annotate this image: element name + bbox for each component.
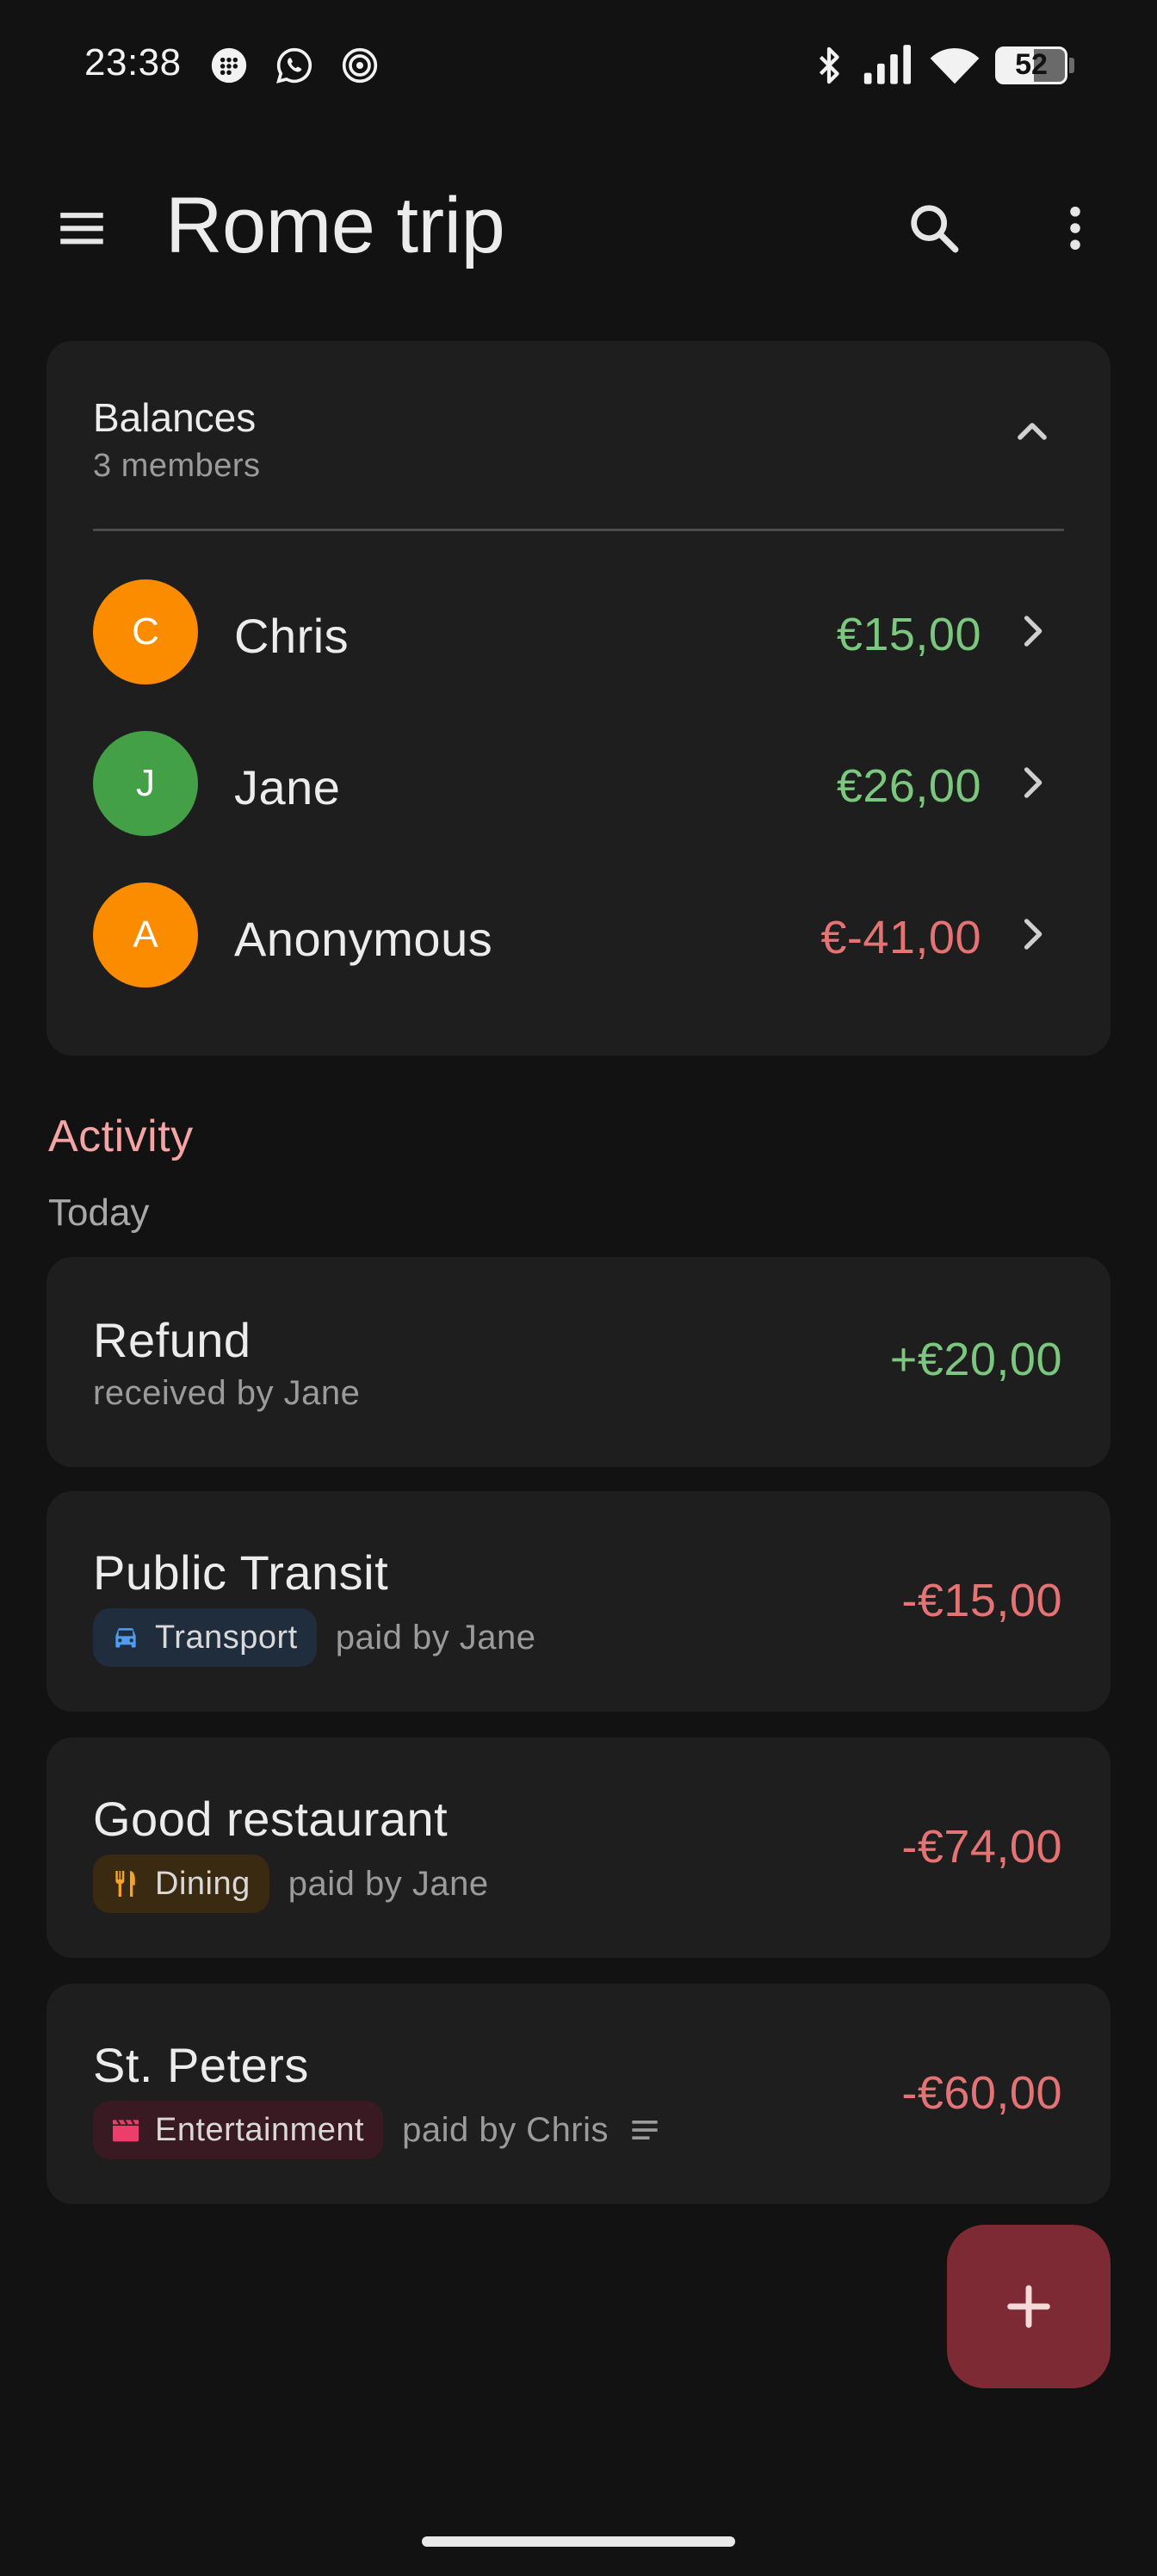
transaction-amount: -€74,00 bbox=[901, 1821, 1062, 1873]
search-icon bbox=[911, 205, 959, 253]
transaction-st-peters[interactable]: St. Peters Entertainment paid by Chris -… bbox=[46, 1984, 1111, 2204]
member-row-jane[interactable]: J Jane €26,00 bbox=[46, 718, 1111, 847]
wifi-icon bbox=[930, 48, 980, 84]
member-name: Anonymous bbox=[234, 912, 493, 966]
page-title: Rome trip bbox=[165, 182, 505, 269]
member-balance: €15,00 bbox=[836, 609, 981, 660]
paid-by: paid by Chris bbox=[402, 2110, 609, 2149]
category-label: Transport bbox=[155, 1619, 298, 1656]
transaction-title: St. Peters bbox=[93, 2038, 309, 2092]
bluetooth-icon bbox=[819, 46, 839, 84]
signal-icon bbox=[863, 45, 911, 84]
transaction-subtitle: received by Jane bbox=[93, 1374, 361, 1412]
chevron-right-icon bbox=[1002, 601, 1062, 661]
category-label: Entertainment bbox=[155, 2111, 365, 2148]
chevron-right-icon bbox=[1002, 752, 1062, 813]
battery-level: 52 bbox=[1015, 48, 1048, 81]
plus-icon bbox=[1007, 2285, 1050, 2328]
app-bar: Rome trip bbox=[0, 146, 1157, 301]
transaction-title: Refund bbox=[93, 1313, 251, 1367]
transaction-refund[interactable]: Refund received by Jane +€20,00 bbox=[46, 1257, 1111, 1467]
paid-by: paid by Jane bbox=[288, 1864, 489, 1903]
balances-member-count: 3 members bbox=[93, 448, 261, 484]
transaction-amount: +€20,00 bbox=[889, 1334, 1062, 1385]
category-chip: Transport bbox=[93, 1608, 317, 1667]
member-balance: €26,00 bbox=[836, 760, 981, 812]
avatar: J bbox=[93, 731, 198, 836]
search-button[interactable] bbox=[895, 189, 973, 267]
hamburger-menu-icon bbox=[60, 213, 103, 245]
chat-icon bbox=[211, 47, 247, 84]
member-name: Jane bbox=[234, 760, 341, 814]
add-expense-button[interactable] bbox=[947, 2225, 1111, 2388]
fork-knife-icon bbox=[115, 1871, 135, 1897]
avatar: A bbox=[93, 882, 198, 988]
clapperboard-icon bbox=[113, 2119, 139, 2142]
notes-icon bbox=[626, 2111, 664, 2149]
target-icon bbox=[342, 47, 378, 84]
balances-title: Balances bbox=[93, 395, 257, 440]
status-time: 23:38 bbox=[84, 41, 182, 84]
activity-heading: Activity bbox=[48, 1112, 194, 1161]
home-indicator[interactable] bbox=[422, 2536, 735, 2547]
car-icon bbox=[115, 1628, 136, 1648]
status-bar: 23:38 52 bbox=[0, 0, 1157, 129]
divider bbox=[93, 529, 1064, 531]
balances-card: Balances 3 members C Chris €15,00 J Jane… bbox=[46, 341, 1111, 1056]
battery-icon: 52 bbox=[995, 46, 1074, 84]
member-row-chris[interactable]: C Chris €15,00 bbox=[46, 567, 1111, 696]
transaction-good-restaurant[interactable]: Good restaurant Dining paid by Jane -€74… bbox=[46, 1737, 1111, 1958]
member-row-anonymous[interactable]: A Anonymous €-41,00 bbox=[46, 870, 1111, 999]
chevron-right-icon bbox=[1002, 904, 1062, 964]
more-vert-icon bbox=[1070, 206, 1080, 251]
transaction-amount: -€60,00 bbox=[901, 2067, 1062, 2119]
transaction-amount: -€15,00 bbox=[901, 1575, 1062, 1626]
more-options-button[interactable] bbox=[1036, 189, 1114, 267]
transaction-public-transit[interactable]: Public Transit Transport paid by Jane -€… bbox=[46, 1491, 1111, 1712]
transaction-title: Good restaurant bbox=[93, 1792, 449, 1846]
date-group-label: Today bbox=[48, 1192, 150, 1234]
category-chip: Dining bbox=[93, 1855, 269, 1913]
collapse-balances-button[interactable] bbox=[1002, 401, 1062, 461]
chevron-up-icon bbox=[1018, 423, 1047, 440]
member-name: Chris bbox=[234, 609, 350, 663]
avatar: C bbox=[93, 579, 198, 684]
whatsapp-icon bbox=[276, 47, 312, 84]
member-balance: €-41,00 bbox=[820, 912, 981, 963]
category-chip: Entertainment bbox=[93, 2101, 384, 2159]
category-label: Dining bbox=[155, 1865, 251, 1902]
paid-by: paid by Jane bbox=[335, 1618, 536, 1656]
menu-button[interactable] bbox=[43, 189, 121, 267]
transaction-title: Public Transit bbox=[93, 1545, 389, 1600]
